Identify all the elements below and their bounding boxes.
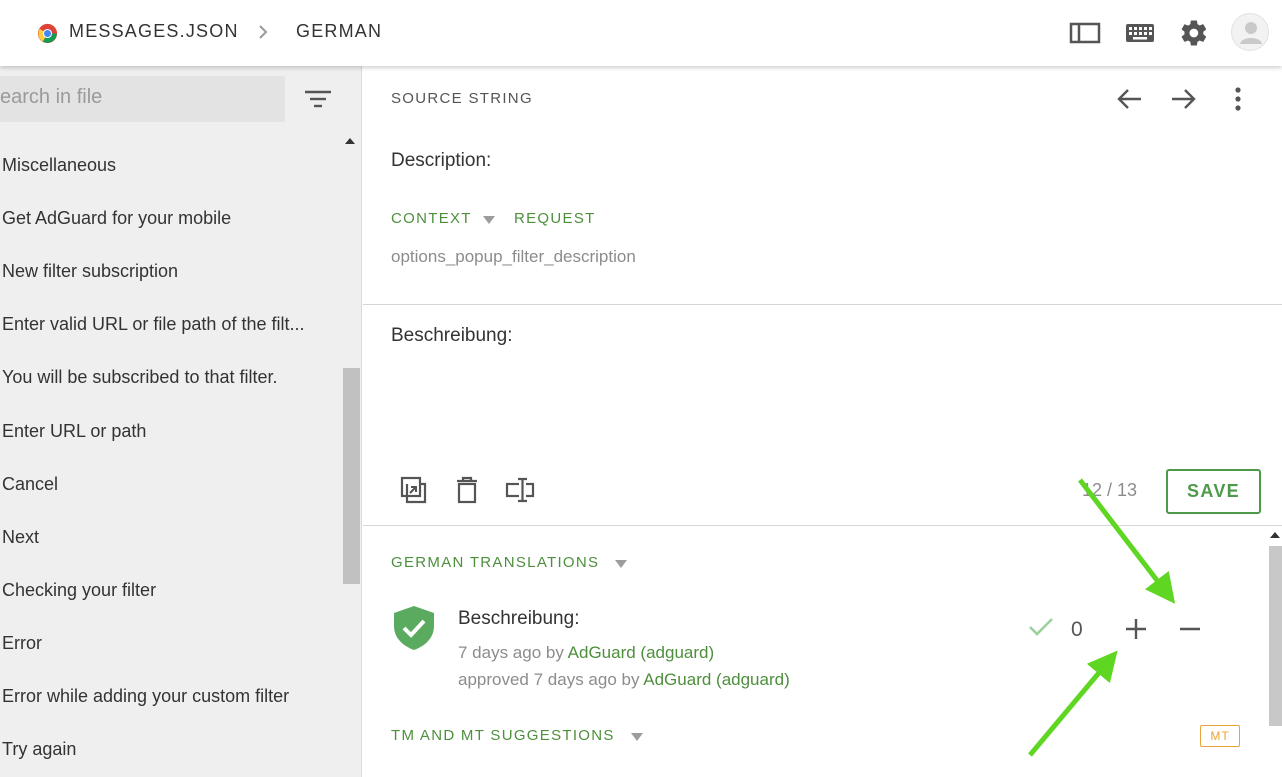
vote-down-minus-icon[interactable] xyxy=(1175,614,1205,644)
string-key: options_popup_filter_description xyxy=(391,247,636,266)
list-item[interactable]: You will be subscribed to that filter. xyxy=(2,367,332,388)
breadcrumb-language[interactable]: GERMAN xyxy=(296,21,382,42)
list-item[interactable]: Cancel xyxy=(2,474,332,495)
chrome-icon xyxy=(37,23,58,44)
mt-badge: MT xyxy=(1200,725,1240,747)
vote-count: 0 xyxy=(1071,618,1083,641)
caret-down-icon[interactable] xyxy=(615,560,627,568)
list-item[interactable]: Try again xyxy=(2,739,332,760)
filter-icon[interactable] xyxy=(304,87,332,111)
context-toggle[interactable]: CONTEXT xyxy=(391,210,472,227)
save-button[interactable]: SAVE xyxy=(1166,469,1261,514)
translation-text: Beschreibung: xyxy=(458,608,580,629)
list-item[interactable]: Error while adding your custom filter xyxy=(2,686,332,707)
check-icon xyxy=(1029,618,1053,636)
list-item[interactable]: Error xyxy=(2,633,332,654)
scroll-up-arrow-icon[interactable] xyxy=(345,138,355,144)
main-panel: SOURCE STRING Description: CONTEXT REQUE… xyxy=(363,66,1282,777)
german-translations-toggle[interactable]: GERMAN TRANSLATIONS xyxy=(391,554,599,571)
copy-source-icon[interactable] xyxy=(395,472,431,508)
strings-sidebar: Miscellaneous Get AdGuard for your mobil… xyxy=(0,66,362,777)
sidebar-scrollbar[interactable] xyxy=(343,368,360,584)
arrow-right-icon[interactable] xyxy=(1168,84,1198,114)
source-string-label: SOURCE STRING xyxy=(391,90,533,107)
meta-prefix: 7 days ago by xyxy=(458,643,564,662)
caret-down-icon[interactable] xyxy=(483,216,495,224)
list-item[interactable]: Enter URL or path xyxy=(2,421,332,442)
list-item[interactable]: Miscellaneous xyxy=(2,155,332,176)
translation-approval-meta: approved 7 days ago by AdGuard (adguard) xyxy=(458,670,790,690)
translation-textarea[interactable]: Beschreibung: xyxy=(391,325,1251,347)
list-item[interactable]: Checking your filter xyxy=(2,580,332,601)
search-box xyxy=(0,76,285,122)
meta-prefix: approved 7 days ago by xyxy=(458,670,640,689)
translations-section: GERMAN TRANSLATIONS Beschreibung: 7 days… xyxy=(363,526,1282,777)
trash-icon[interactable] xyxy=(449,472,485,508)
translation-author-meta: 7 days ago by AdGuard (adguard) xyxy=(458,643,714,663)
caret-down-icon[interactable] xyxy=(631,733,643,741)
avatar[interactable] xyxy=(1231,13,1269,51)
keyboard-icon[interactable] xyxy=(1123,16,1157,50)
breadcrumb-file[interactable]: MESSAGES.JSON xyxy=(69,21,239,42)
more-options-icon[interactable] xyxy=(1223,84,1253,114)
main-scrollbar[interactable] xyxy=(1269,546,1282,726)
string-counter: 12 / 13 xyxy=(1082,480,1138,500)
list-item[interactable]: Next xyxy=(2,527,332,548)
request-context-link[interactable]: REQUEST xyxy=(514,210,596,227)
list-item[interactable]: New filter subscription xyxy=(2,261,332,282)
scroll-up-arrow-icon[interactable] xyxy=(1270,532,1280,538)
source-text: Description: xyxy=(391,150,492,171)
chevron-right-icon xyxy=(259,25,268,39)
text-cursor-icon[interactable] xyxy=(503,472,539,508)
list-item[interactable]: Enter valid URL or file path of the filt… xyxy=(2,314,332,335)
divider xyxy=(363,304,1282,305)
search-input[interactable] xyxy=(0,86,270,109)
arrow-left-icon[interactable] xyxy=(1115,84,1145,114)
sidebar-toggle-icon[interactable] xyxy=(1068,16,1102,50)
tm-mt-suggestions-toggle[interactable]: TM AND MT SUGGESTIONS xyxy=(391,727,615,744)
top-bar: MESSAGES.JSON GERMAN xyxy=(0,0,1282,66)
approved-shield-icon xyxy=(394,606,434,650)
list-item[interactable]: Get AdGuard for your mobile xyxy=(2,208,332,229)
gear-icon[interactable] xyxy=(1177,16,1211,50)
user-link[interactable]: AdGuard (adguard) xyxy=(643,670,789,689)
user-link[interactable]: AdGuard (adguard) xyxy=(568,643,714,662)
vote-up-plus-icon[interactable] xyxy=(1121,614,1151,644)
